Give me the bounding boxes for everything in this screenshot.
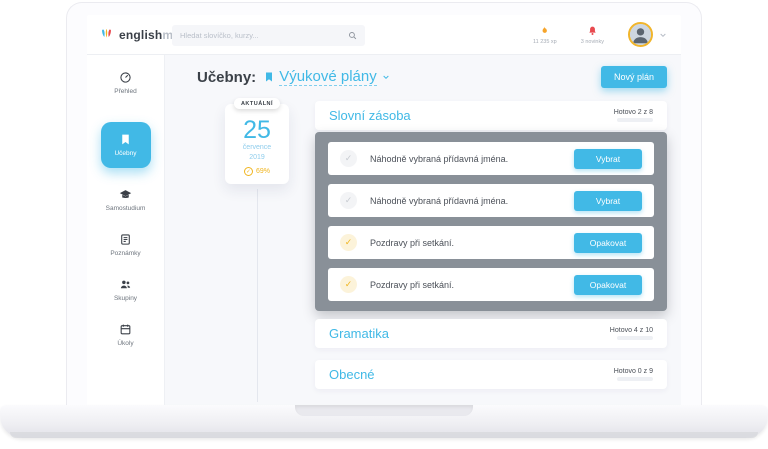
laptop-bezel: englishme! 11 235 xp (66, 2, 702, 408)
section-slovni-zasoba[interactable]: Slovní zásoba Hotovo 2 z 8 (315, 101, 667, 130)
section-progress: Hotovo 0 z 9 (614, 368, 653, 382)
timeline-line (257, 189, 258, 402)
task-action-button[interactable]: Vybrat (574, 149, 642, 169)
task-text: Náhodně vybraná přídavná jména. (370, 196, 508, 206)
app-body: Přehled Učebny Samostudium Poznámky (87, 55, 681, 407)
chevron-down-icon[interactable] (382, 73, 390, 81)
notifications-label: 3 novinky (581, 39, 604, 45)
check-circle-icon: ✓ (340, 192, 357, 209)
task-text: Pozdravy při setkání. (370, 238, 454, 248)
laptop-base (0, 405, 768, 438)
progress-label: Hotovo 0 z 9 (614, 368, 653, 375)
sections-column: Slovní zásoba Hotovo 2 z 8 ✓ Náhodně vyb… (315, 101, 667, 402)
task-list-panel: ✓ Náhodně vybraná přídavná jména. Vybrat… (315, 132, 667, 311)
search-input[interactable] (180, 31, 348, 40)
sidebar-item-ucebny[interactable]: Učebny (101, 122, 151, 168)
date-day: 25 (225, 117, 289, 143)
task-row: ✓ Náhodně vybraná přídavná jména. Vybrat (328, 142, 654, 175)
sidebar-item-skupiny[interactable]: Skupiny (114, 278, 137, 302)
notifications-widget[interactable]: 3 novinky (581, 25, 604, 45)
task-row: ✓ Pozdravy při setkání. Opakovat (328, 268, 654, 301)
completion-percent: 69% (256, 168, 270, 175)
main-header: Učebny: Výukové plány Nový plán (165, 55, 681, 99)
search-icon (348, 31, 357, 40)
search-bar[interactable] (172, 25, 365, 46)
task-action-button[interactable]: Vybrat (574, 191, 642, 211)
check-circle-icon: ✓ (244, 167, 253, 176)
task-text: Náhodně vybraná přídavná jména. (370, 154, 508, 164)
sidebar-item-label: Skupiny (114, 295, 137, 302)
users-icon (119, 278, 132, 291)
sidebar-item-prehled[interactable]: Přehled (114, 71, 136, 95)
bell-icon (587, 25, 598, 37)
section-title: Gramatika (329, 326, 389, 341)
brand-bold: english (119, 28, 162, 42)
current-date-card[interactable]: AKTUÁLNÍ 25 července 2019 ✓ 69% (225, 104, 289, 184)
progress-bar (617, 377, 653, 381)
sidebar-item-label: Úkoly (117, 340, 133, 347)
dashboard-icon (119, 71, 132, 84)
task-action-button[interactable]: Opakovat (574, 275, 642, 295)
check-circle-icon: ✓ (340, 276, 357, 293)
progress-label: Hotovo 2 z 8 (614, 109, 653, 116)
section-title: Obecné (329, 367, 375, 382)
main-panel: Učebny: Výukové plány Nový plán AKTUÁLNÍ… (165, 55, 681, 407)
graduation-cap-icon (119, 188, 132, 201)
timeline-column: AKTUÁLNÍ 25 července 2019 ✓ 69% (165, 101, 315, 402)
task-row: ✓ Náhodně vybraná přídavná jména. Vybrat (328, 184, 654, 217)
sidebar-item-ukoly[interactable]: Úkoly (117, 323, 133, 347)
task-row: ✓ Pozdravy při setkání. Opakovat (328, 226, 654, 259)
section-obecne[interactable]: Obecné Hotovo 0 z 9 (315, 360, 667, 389)
book-icon (263, 71, 275, 83)
sidebar: Přehled Učebny Samostudium Poznámky (87, 55, 165, 407)
sidebar-item-poznamky[interactable]: Poznámky (110, 233, 140, 257)
progress-bar (617, 336, 653, 340)
flame-icon (539, 25, 550, 37)
section-progress: Hotovo 2 z 8 (614, 109, 653, 123)
page-title: Učebny: (197, 69, 256, 86)
note-icon (119, 233, 132, 246)
date-month: července (225, 143, 289, 152)
plan-content: AKTUÁLNÍ 25 července 2019 ✓ 69% (165, 99, 681, 402)
date-year: 2019 (225, 153, 289, 162)
sidebar-item-label: Poznámky (110, 250, 140, 257)
laptop-notch (295, 405, 473, 416)
sidebar-item-label: Učebny (114, 150, 136, 157)
section-title: Slovní zásoba (329, 108, 411, 123)
task-action-button[interactable]: Opakovat (574, 233, 642, 253)
sidebar-item-label: Samostudium (106, 205, 146, 212)
current-badge: AKTUÁLNÍ (234, 98, 280, 109)
check-circle-icon: ✓ (340, 234, 357, 251)
sidebar-item-samostudium[interactable]: Samostudium (106, 188, 146, 212)
section-progress: Hotovo 4 z 10 (610, 327, 653, 341)
new-plan-button[interactable]: Nový plán (601, 66, 667, 88)
plan-selector[interactable]: Výukové plány (279, 68, 377, 86)
progress-bar (617, 118, 653, 122)
app-window: englishme! 11 235 xp (87, 15, 681, 407)
streak-widget[interactable]: 11 235 xp (533, 25, 557, 45)
xp-label: 11 235 xp (533, 39, 557, 45)
laptop-mockup: englishme! 11 235 xp (0, 0, 768, 449)
tulip-logo-icon (99, 27, 114, 42)
check-circle-icon: ✓ (340, 150, 357, 167)
section-gramatika[interactable]: Gramatika Hotovo 4 z 10 (315, 319, 667, 348)
chevron-down-icon (659, 31, 667, 39)
avatar-silhouette-icon (630, 24, 651, 45)
topbar-actions: 11 235 xp 3 novinky (533, 22, 667, 47)
user-menu[interactable] (628, 22, 667, 47)
calendar-icon (119, 323, 132, 336)
avatar (628, 22, 653, 47)
progress-label: Hotovo 4 z 10 (610, 327, 653, 334)
topbar: englishme! 11 235 xp (87, 15, 681, 55)
completion-row: ✓ 69% (225, 167, 289, 176)
sidebar-item-label: Přehled (114, 88, 136, 95)
task-text: Pozdravy při setkání. (370, 280, 454, 290)
book-icon (119, 133, 132, 146)
